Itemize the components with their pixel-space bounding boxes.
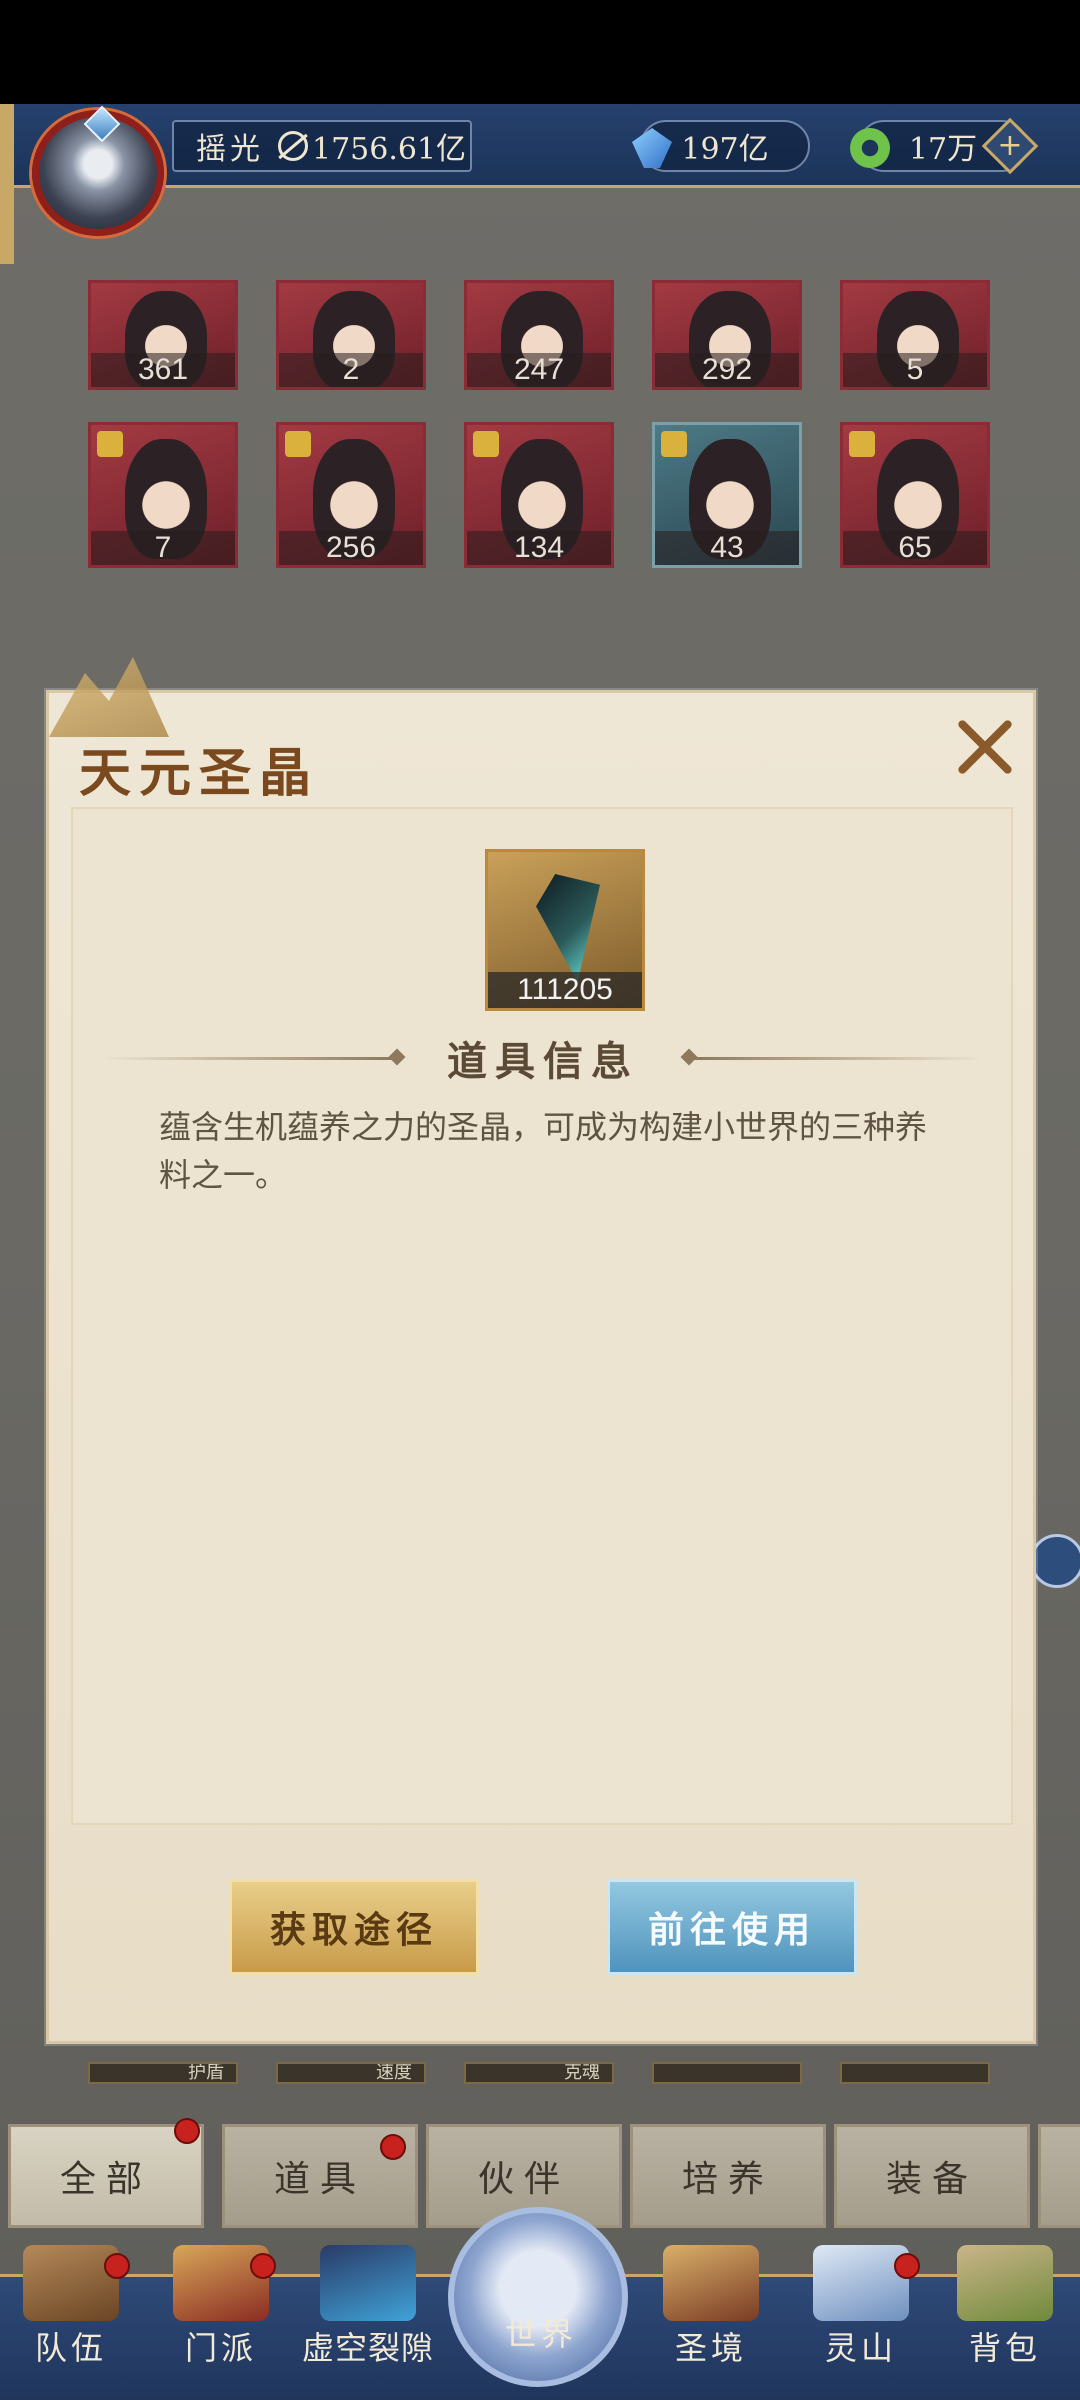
partner-card[interactable]: 134 [464, 422, 614, 568]
nav-spirit-mountain[interactable]: 灵山 [796, 2245, 926, 2400]
dialog-title: 天元圣晶 [79, 743, 320, 804]
power-icon [278, 131, 308, 161]
bottom-nav: 队伍 门派 虚空裂隙 世界 圣境 灵山 背包 [0, 2207, 1080, 2400]
tab-all[interactable]: 全部 [8, 2124, 204, 2228]
crystal-icon [632, 128, 672, 168]
player-name: 摇光 [196, 132, 264, 167]
partner-card[interactable]: 247 [464, 280, 614, 390]
partner-card[interactable]: 65 [840, 422, 990, 568]
tab-cultivate[interactable]: 培养 [630, 2124, 826, 2228]
divider-right [693, 1057, 983, 1060]
nav-world-label: 世界 [504, 2315, 577, 2353]
mountain-ornament [49, 657, 169, 737]
notification-dot [250, 2253, 276, 2279]
nav-team-label: 队伍 [34, 2329, 107, 2367]
partner-card[interactable]: 2 [276, 280, 426, 390]
partner-count: 65 [843, 531, 987, 565]
notification-dot [104, 2253, 130, 2279]
holy-crystal-icon [536, 874, 600, 982]
puzzle-piece-icon [97, 431, 123, 457]
partner-card[interactable]: 292 [652, 280, 802, 390]
nav-sect-label: 门派 [184, 2329, 257, 2367]
item-cell-partial[interactable] [652, 2062, 802, 2084]
resource-crystal[interactable]: 197亿 [632, 120, 810, 172]
nav-void-rift-label: 虚空裂隙 [301, 2329, 434, 2367]
item-description: 蕴含生机蕴养之力的圣晶，可成为构建小世界的三种养料之一。 [159, 1108, 928, 1194]
partner-count: 256 [279, 531, 423, 565]
puzzle-piece-icon [661, 431, 687, 457]
tab-equipment[interactable]: 装备 [834, 2124, 1030, 2228]
jade-icon [850, 128, 890, 168]
close-icon[interactable] [951, 713, 1019, 781]
obtain-route-button[interactable]: 获取途径 [229, 1879, 479, 1975]
dialog-content-panel: 111205 道具信息 蕴含生机蕴养之力的圣晶，可成为构建小世界的三种养料之一。 [71, 807, 1013, 1825]
partner-card[interactable]: 43 [652, 422, 802, 568]
left-frame-edge [0, 104, 14, 264]
resource-jade-value: 17万 [908, 132, 978, 167]
item-cell-partial[interactable]: 克魂 [464, 2062, 614, 2084]
nav-backpack-label: 背包 [968, 2329, 1041, 2367]
avatar-gem-icon [83, 105, 121, 143]
nav-holy-realm-label: 圣境 [674, 2329, 747, 2367]
notification-dot [174, 2118, 200, 2144]
plus-icon: + [997, 128, 1023, 163]
partner-count: 2 [279, 353, 423, 387]
partner-count: 292 [655, 353, 799, 387]
spirit-mountain-icon [813, 2245, 909, 2321]
partner-count: 247 [467, 353, 611, 387]
item-cell-partial[interactable] [840, 2062, 990, 2084]
item-quantity: 111205 [488, 972, 642, 1008]
nav-backpack[interactable]: 背包 [940, 2245, 1070, 2400]
status-bar-black [0, 0, 1080, 104]
puzzle-piece-icon [849, 431, 875, 457]
item-info-dialog: 天元圣晶 111205 道具信息 蕴含生机蕴养之力的圣晶，可成为构建小世界的三种… [46, 657, 1036, 2044]
holy-realm-icon [663, 2245, 759, 2321]
go-use-button[interactable]: 前往使用 [607, 1879, 857, 1975]
game-screen: 摇光 1756.61亿 197亿 17万 + 361 2 247 292 5 7… [0, 104, 1080, 2400]
partner-card[interactable]: 5 [840, 280, 990, 390]
partner-count: 43 [655, 531, 799, 565]
side-float-icon[interactable] [1030, 1534, 1080, 1588]
partner-count: 5 [843, 353, 987, 387]
void-rift-icon [320, 2245, 416, 2321]
notification-dot [894, 2253, 920, 2279]
partner-card[interactable]: 256 [276, 422, 426, 568]
nav-holy-realm[interactable]: 圣境 [646, 2245, 776, 2400]
item-cell-partial[interactable]: 护盾 [88, 2062, 238, 2084]
nav-world[interactable]: 世界 [476, 2307, 606, 2400]
team-icon [23, 2245, 119, 2321]
nav-spirit-mountain-label: 灵山 [824, 2329, 897, 2367]
puzzle-piece-icon [473, 431, 499, 457]
partner-card[interactable]: 361 [88, 280, 238, 390]
partner-card[interactable]: 7 [88, 422, 238, 568]
tab-more-partial[interactable] [1038, 2124, 1080, 2228]
player-namebar[interactable]: 摇光 1756.61亿 [172, 120, 472, 172]
resource-jade[interactable]: 17万 + [850, 117, 1039, 175]
item-icon-frame: 111205 [485, 849, 645, 1011]
notification-dot [380, 2134, 406, 2160]
player-avatar[interactable] [32, 105, 164, 236]
nav-sect[interactable]: 门派 [156, 2245, 286, 2400]
power-value: 1756.61亿 [312, 132, 467, 167]
backpack-icon [957, 2245, 1053, 2321]
item-cell-partial[interactable]: 速度 [276, 2062, 426, 2084]
section-title: 道具信息 [447, 1038, 639, 1085]
add-resource-button[interactable]: + [981, 117, 1039, 175]
divider-left [103, 1057, 393, 1060]
partner-count: 361 [91, 353, 235, 387]
puzzle-piece-icon [285, 431, 311, 457]
resource-crystal-value: 197亿 [681, 132, 769, 167]
nav-void-rift[interactable]: 虚空裂隙 [290, 2245, 446, 2400]
nav-team[interactable]: 队伍 [6, 2245, 136, 2400]
partner-count: 134 [467, 531, 611, 565]
partner-count: 7 [91, 531, 235, 565]
